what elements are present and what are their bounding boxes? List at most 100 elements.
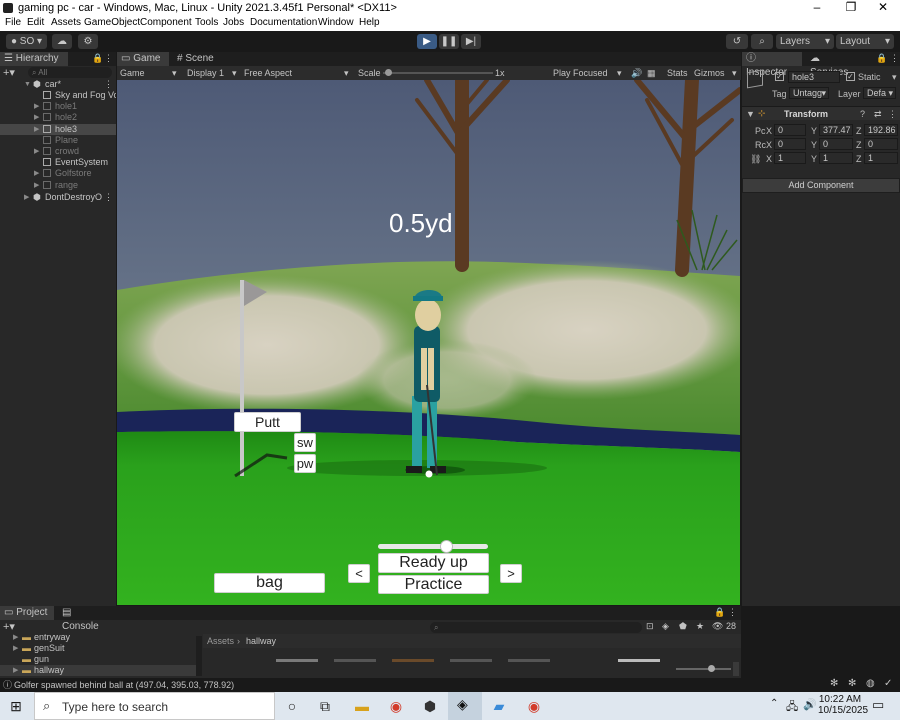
clock[interactable]: 10:22 AM 10/15/2025 (818, 694, 868, 716)
hierarchy-item-dontdestroy[interactable]: ▶ ⬢ DontDestroyO ⋮ (0, 192, 116, 203)
thumbnail-size-slider-thumb[interactable] (708, 665, 715, 672)
asset-thumbnail[interactable] (508, 659, 550, 662)
minimize-icon[interactable]: – (800, 0, 834, 16)
menu-gameobject[interactable]: GameObject (84, 17, 140, 28)
play-focused-dropdown[interactable]: Play Focused ▾ (553, 66, 627, 80)
tab-game[interactable]: ▭ Game (117, 52, 169, 66)
tab-project[interactable]: ▭ Project (0, 606, 54, 620)
layer-dropdown[interactable]: Defa ▾ (863, 87, 896, 99)
grid-icon[interactable]: ▦ (647, 66, 656, 80)
help-icon[interactable]: ? (860, 109, 865, 119)
kebab-menu-icon[interactable]: ⋮ (728, 607, 737, 618)
app-icon[interactable]: ▰ (487, 696, 511, 716)
menu-window[interactable]: Window (318, 17, 354, 28)
status-message[interactable]: Golfer spawned behind ball at (497.04, 3… (14, 678, 234, 692)
hierarchy-item-hole3[interactable]: ▶ hole3 (0, 124, 116, 135)
power-slider-thumb[interactable] (440, 540, 453, 553)
kebab-menu-icon[interactable]: ⋮ (890, 53, 899, 64)
game-viewport[interactable]: 0.5yd Putt sw pw bag < > Ready up Practi… (117, 80, 740, 605)
lock-icon[interactable]: 🔒 (714, 607, 725, 618)
close-icon[interactable]: ✕ (866, 0, 900, 16)
scale-y-field[interactable]: 1 (819, 152, 853, 164)
display-dropdown[interactable]: Display 1 ▾ (187, 66, 242, 80)
windows-start-icon[interactable]: ⊞ (4, 696, 28, 716)
putt-button[interactable]: Putt (234, 412, 301, 432)
active-checkbox[interactable]: ✓ (775, 72, 784, 81)
hierarchy-item-golfstore[interactable]: ▶ Golfstore (0, 168, 116, 179)
rotation-x-field[interactable]: 0 (774, 138, 806, 150)
bug-icon[interactable]: ✻ (848, 678, 856, 689)
asset-scrollbar[interactable] (733, 662, 739, 676)
menu-jobs[interactable]: Jobs (223, 17, 244, 28)
audio-icon[interactable]: 🔊 (631, 66, 642, 80)
favorite-icon[interactable]: ★ (696, 621, 704, 632)
foldout-arrow-icon[interactable]: ▼ (746, 109, 755, 119)
menu-component[interactable]: Component (140, 17, 192, 28)
rotation-z-field[interactable]: 0 (864, 138, 898, 150)
filter-label-icon[interactable]: ◈ (662, 621, 669, 632)
asset-thumbnail[interactable] (334, 659, 376, 662)
unity-hub-icon[interactable]: ⬢ (418, 696, 442, 716)
static-checkbox[interactable]: ✓ (846, 72, 855, 81)
layers-dropdown[interactable]: Layers ▾ (776, 34, 834, 49)
practice-button[interactable]: Practice (378, 575, 489, 594)
asset-thumbnail[interactable] (392, 659, 434, 662)
next-club-button[interactable]: > (500, 564, 522, 583)
prev-club-button[interactable]: < (348, 564, 370, 583)
tray-chevron-icon[interactable]: ⌃ (770, 698, 778, 709)
notification-icon[interactable]: ▭ (872, 697, 884, 713)
constrain-link-icon[interactable]: ⛓ (750, 154, 761, 165)
filter-type-icon[interactable]: ⊡ (646, 621, 654, 632)
step-button[interactable]: ▶| (461, 34, 481, 49)
folder-tree-scrollbar[interactable] (196, 636, 202, 676)
scale-x-field[interactable]: 1 (774, 152, 806, 164)
add-icon[interactable]: +▾ (3, 66, 15, 79)
stats-button[interactable]: Stats (667, 66, 688, 80)
rotation-y-field[interactable]: 0 (819, 138, 853, 150)
tab-services[interactable]: ☁ Services (806, 52, 856, 78)
hierarchy-item-hole2[interactable]: ▶ hole2 (0, 112, 116, 123)
play-button[interactable]: ▶ (417, 34, 437, 49)
menu-tools[interactable]: Tools (195, 17, 218, 28)
tab-hierarchy[interactable]: ☰ Hierarchy (0, 52, 68, 66)
position-x-field[interactable]: 0 (774, 124, 806, 136)
hierarchy-item-sky[interactable]: Sky and Fog Vo (0, 90, 116, 101)
hierarchy-item-crowd[interactable]: ▶ crowd (0, 146, 116, 157)
hierarchy-item-range[interactable]: ▶ range (0, 180, 116, 191)
bag-button[interactable]: bag (214, 573, 325, 593)
menu-documentation[interactable]: Documentation (250, 17, 317, 28)
cloud-status-icon[interactable]: ◍ (866, 678, 875, 689)
collab-icon[interactable]: ⚙ (78, 34, 98, 49)
hierarchy-item-scene[interactable]: ▼ ⬢ car* ⋮ (0, 79, 116, 90)
search-icon[interactable]: ⌕ (751, 34, 773, 49)
folder-item[interactable]: ▬ gun (0, 654, 198, 665)
tab-console[interactable]: ▤ Console (58, 606, 114, 632)
lock-icon[interactable]: 🔒 (92, 53, 103, 64)
menu-help[interactable]: Help (359, 17, 380, 28)
thumbnail-size-slider[interactable] (676, 668, 731, 670)
asset-thumbnail[interactable] (276, 659, 318, 662)
pause-button[interactable]: ❚❚ (439, 34, 459, 49)
tab-scene[interactable]: # Scene (173, 52, 223, 66)
unity-editor-taskbar-item[interactable]: ◈ (448, 692, 482, 720)
tag-icon[interactable]: ⬟ (679, 621, 687, 632)
folder-item[interactable]: ▶ ▬ entryway (0, 634, 198, 643)
hierarchy-search-input[interactable]: ⌕ All (28, 67, 112, 78)
menu-assets[interactable]: Assets (51, 17, 81, 28)
folder-item[interactable]: ▶ ▬ hallway (0, 665, 198, 676)
add-icon[interactable]: +▾ (3, 620, 15, 633)
tag-dropdown[interactable]: Untagg ▾ (789, 87, 829, 99)
scale-slider-thumb[interactable] (385, 69, 392, 76)
pw-button[interactable]: pw (294, 454, 316, 473)
file-explorer-icon[interactable]: ▬ (350, 696, 374, 716)
folder-item[interactable]: ▶ ▬ genSuit (0, 643, 198, 654)
object-name-field[interactable]: hole3 (788, 71, 840, 83)
scale-z-field[interactable]: 1 (864, 152, 898, 164)
power-slider[interactable] (378, 544, 488, 549)
add-component-button[interactable]: Add Component (742, 178, 900, 193)
taskbar-search-input[interactable]: ⌕ Type here to search (34, 692, 275, 720)
menu-file[interactable]: File (5, 17, 21, 28)
transform-header[interactable]: ▼ ⊹ Transform ? ⇄ ⋮ (742, 106, 900, 120)
static-dropdown-icon[interactable]: ▾ (892, 72, 897, 83)
preset-icon[interactable]: ⇄ (874, 109, 882, 120)
